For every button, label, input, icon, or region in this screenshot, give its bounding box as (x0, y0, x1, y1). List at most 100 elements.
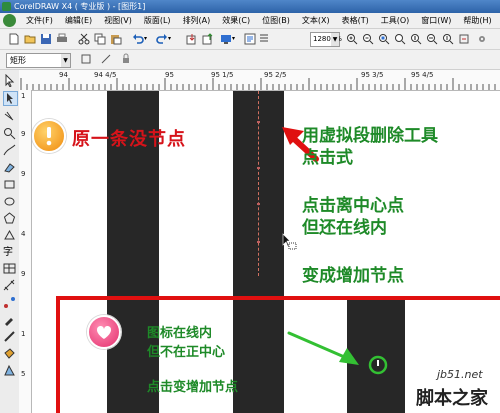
zoom-all-objects-icon[interactable] (394, 33, 406, 45)
ruler-label: 95 2/5 (264, 71, 287, 79)
menu-window[interactable]: 窗口(W) (415, 13, 457, 28)
zoom-out-icon[interactable] (362, 33, 374, 45)
annotation-click-add-node: 点击变增加节点 (147, 380, 239, 395)
menu-text[interactable]: 文本(X) (296, 13, 336, 28)
polygon-tool-icon[interactable] (3, 212, 16, 225)
selected-line-path[interactable] (258, 91, 259, 276)
toolbox: 字 (0, 70, 20, 413)
parallel-dimension-tool-icon[interactable] (3, 279, 16, 292)
freehand-tool-icon[interactable] (3, 144, 16, 157)
menu-effects[interactable]: 效果(C) (216, 13, 256, 28)
property-bar: 矩形 ▼ (0, 50, 500, 70)
app-icon (2, 2, 11, 11)
ruler-label: 5 (21, 370, 26, 378)
new-document-icon[interactable] (8, 33, 20, 45)
application-launcher-icon[interactable] (220, 33, 232, 45)
ruler-label: 95 (165, 71, 174, 79)
menu-arrange[interactable]: 排列(A) (177, 13, 217, 28)
ruler-label: 9 (21, 130, 26, 138)
menu-help[interactable]: 帮助(H) (457, 13, 497, 28)
print-icon[interactable] (56, 33, 68, 45)
corel-logo-icon (3, 14, 16, 27)
chevron-down-icon[interactable]: ▼ (331, 33, 339, 46)
menu-layout[interactable]: 版面(L) (138, 13, 177, 28)
chevron-down-icon[interactable]: ▼ (61, 54, 70, 67)
zoom-tool-icon[interactable] (3, 127, 16, 140)
interactive-blend-tool-icon[interactable] (3, 296, 16, 309)
basic-shapes-tool-icon[interactable] (3, 229, 16, 242)
import-icon[interactable] (186, 33, 198, 45)
redo-icon[interactable] (156, 33, 168, 45)
outline-tool-icon[interactable] (3, 330, 16, 343)
paste-icon[interactable] (110, 33, 122, 45)
drawing-canvas[interactable]: 原一条没节点 用虚拟段删除工具 点击式 点击离中心点 但还在线内 变成增加节点 … (32, 91, 500, 413)
annotation-click-line2: 但还在线内 (302, 218, 387, 238)
chevron-down-icon[interactable]: ▾ (144, 35, 156, 47)
ruler-label: 95 3/5 (361, 71, 384, 79)
node-marker (257, 241, 260, 243)
shape-preset-value: 矩形 (10, 56, 26, 65)
ruler-label: 94 (59, 71, 68, 79)
heart-badge-icon (87, 315, 121, 349)
annotation-icon-line2: 但不在正中心 (147, 345, 226, 360)
menu-view[interactable]: 视图(V) (98, 13, 138, 28)
options-gear-icon[interactable] (476, 33, 488, 45)
crop-tool-icon[interactable] (3, 110, 16, 123)
cut-icon[interactable] (78, 33, 90, 45)
rectangle-tool-icon[interactable] (3, 178, 16, 191)
horizontal-ruler[interactable]: 94 94 4/5 95 95 1/5 95 2/5 95 3/5 95 4/5 (19, 70, 500, 91)
exclamation-circle-icon (32, 119, 66, 153)
ruler-label: 9 (21, 170, 26, 178)
chevron-down-icon[interactable]: ▾ (232, 35, 244, 47)
fill-tool-icon[interactable] (3, 347, 16, 360)
shape-tool-icon[interactable] (3, 91, 18, 106)
vertical-ruler[interactable]: 1 9 9 4 9 1 5 (19, 90, 32, 413)
shape-preset-select[interactable]: 矩形 ▼ (6, 53, 71, 68)
options-list-icon[interactable] (258, 33, 270, 45)
text-tool-icon[interactable]: 字 (3, 243, 16, 258)
undo-icon[interactable] (132, 33, 144, 45)
copy-icon[interactable] (94, 33, 106, 45)
green-arrow (287, 331, 359, 365)
menu-tools[interactable]: 工具(O) (375, 13, 416, 28)
ellipse-tool-icon[interactable] (3, 195, 16, 208)
table-tool-icon[interactable] (3, 262, 16, 275)
menu-bar: 文件(F) 编辑(E) 视图(V) 版面(L) 排列(A) 效果(C) 位图(B… (0, 13, 500, 29)
ruler-label: 1 (21, 330, 26, 338)
save-icon[interactable] (40, 33, 52, 45)
smart-fill-tool-icon[interactable] (3, 161, 16, 174)
menu-file[interactable]: 文件(F) (20, 13, 59, 28)
interactive-fill-tool-icon[interactable] (3, 364, 16, 377)
welcome-screen-icon[interactable] (244, 33, 256, 45)
ruler-label: 94 4/5 (94, 71, 117, 79)
node-marker (257, 203, 260, 205)
annotation-original-line: 原一条没节点 (72, 129, 186, 150)
menu-bitmaps[interactable]: 位图(B) (256, 13, 296, 28)
wireframe-icon[interactable] (100, 53, 112, 65)
open-folder-icon[interactable] (24, 33, 36, 45)
virtual-segment-delete-cursor-icon (282, 233, 297, 250)
zoom-height-icon[interactable] (442, 33, 454, 45)
zoom-width-icon[interactable] (426, 33, 438, 45)
lock-ratio-icon[interactable] (120, 53, 132, 65)
menu-edit[interactable]: 编辑(E) (59, 13, 98, 28)
snap-object-icon[interactable] (80, 53, 92, 65)
zoom-page-icon[interactable] (410, 33, 422, 45)
zoom-selected-icon[interactable] (378, 33, 390, 45)
snap-to-icon[interactable] (458, 33, 470, 45)
export-icon[interactable] (202, 33, 214, 45)
eyedropper-tool-icon[interactable] (3, 313, 16, 326)
annotation-result: 变成增加节点 (302, 266, 404, 286)
standard-toolbar: ▾ ▾ ▾ 12801% ▼ (0, 29, 500, 50)
annotation-icon-line1: 图标在线内 (147, 326, 213, 341)
chevron-down-icon[interactable]: ▾ (168, 35, 180, 47)
pick-tool-icon[interactable] (3, 74, 16, 87)
node-marker (257, 167, 260, 169)
watermark-url: jb51.net (437, 368, 483, 381)
zoom-level-select[interactable]: 12801% ▼ (310, 32, 342, 47)
menu-table[interactable]: 表格(T) (336, 13, 375, 28)
node-marker (257, 121, 260, 123)
watermark-brand: 脚本之家 (416, 388, 488, 409)
title-bar: CorelDRAW X4 ( 专业版 ) - [图形1] (0, 0, 500, 13)
zoom-in-icon[interactable] (346, 33, 358, 45)
